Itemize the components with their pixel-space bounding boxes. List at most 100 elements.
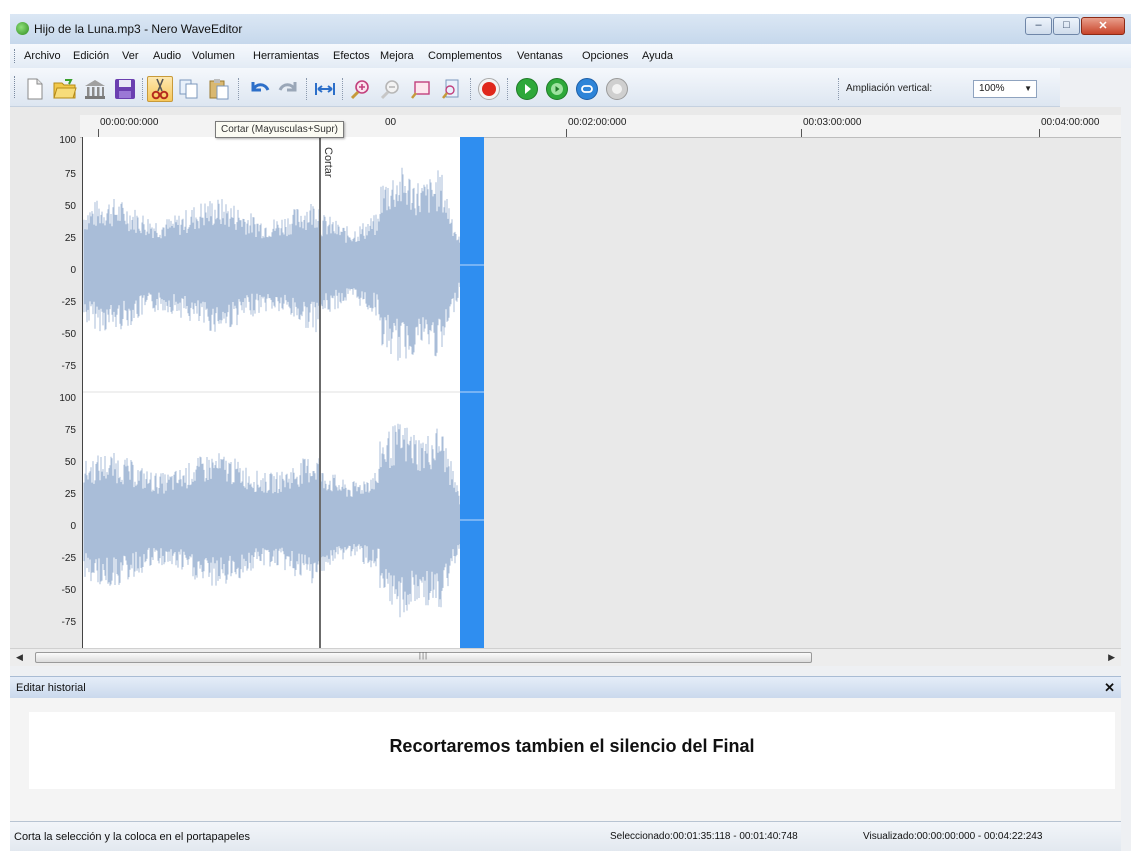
menu-edicion[interactable]: Edición xyxy=(73,50,109,62)
loop-button[interactable] xyxy=(574,76,600,102)
waveform-canvas[interactable]: Cortar xyxy=(82,137,1121,648)
menu-mejora[interactable]: Mejora xyxy=(380,50,414,62)
play-selection-icon xyxy=(546,78,568,100)
amplitude-label: -25 xyxy=(61,297,76,308)
new-file-button[interactable] xyxy=(22,76,48,102)
stop-button[interactable] xyxy=(604,76,630,102)
toolbar-separator xyxy=(342,78,343,100)
toolbar-separator xyxy=(507,78,508,100)
ruler-tick xyxy=(566,129,567,137)
toolbar-grip[interactable] xyxy=(14,76,18,98)
menu-opciones[interactable]: Opciones xyxy=(582,50,628,62)
status-bar: Corta la selección y la coloca en el por… xyxy=(10,821,1121,851)
undo-icon xyxy=(251,82,270,92)
library-button[interactable] xyxy=(82,76,108,102)
redo-icon xyxy=(278,82,297,92)
amplitude-label: 100 xyxy=(59,393,76,404)
cut-marker-label: Cortar xyxy=(322,147,334,178)
zoom-selection-button[interactable] xyxy=(408,76,434,102)
ruler-label: 00:03:00:000 xyxy=(803,117,862,128)
cut-icon xyxy=(151,78,169,100)
minimize-button[interactable]: – xyxy=(1025,17,1052,35)
amplitude-label: 25 xyxy=(64,489,76,500)
waveform-area: 00:00:00:000 00 00:02:00:000 00:03:00:00… xyxy=(10,107,1121,648)
amplitude-label: -50 xyxy=(61,585,76,596)
history-panel: Recortaremos tambien el silencio del Fin… xyxy=(10,698,1121,821)
menu-ver[interactable]: Ver xyxy=(122,50,139,62)
loop-icon xyxy=(576,78,598,100)
open-button[interactable] xyxy=(52,76,78,102)
play-icon xyxy=(516,78,538,100)
cut-button[interactable] xyxy=(147,76,173,102)
ruler-label: 00:00:00:000 xyxy=(100,117,159,128)
zoom-in-button[interactable] xyxy=(348,76,374,102)
library-icon xyxy=(85,80,105,99)
menu-ventanas[interactable]: Ventanas xyxy=(517,50,563,62)
zoom-in-icon xyxy=(350,80,369,100)
minimize-icon: – xyxy=(1035,19,1042,31)
scroll-left-icon[interactable]: ◀ xyxy=(16,652,23,663)
close-window-button[interactable]: ✕ xyxy=(1081,17,1125,35)
scrollbar-thumb[interactable]: ||| xyxy=(35,651,812,663)
menu-bar: Archivo Edición Ver Audio Volumen Herram… xyxy=(10,44,1131,68)
menu-grip[interactable] xyxy=(14,49,18,63)
toolbar-separator xyxy=(142,78,143,100)
menu-volumen[interactable]: Volumen xyxy=(192,50,235,62)
fit-width-icon xyxy=(315,83,335,95)
zoom-out-button[interactable] xyxy=(378,76,404,102)
undo-button[interactable] xyxy=(246,76,272,102)
stop-icon xyxy=(606,78,628,100)
amplitude-label: 50 xyxy=(64,201,76,212)
waveform-channel-2 xyxy=(83,423,467,618)
amplitude-label: 75 xyxy=(64,425,76,436)
waveform-channel-1 xyxy=(83,167,467,361)
redo-button[interactable] xyxy=(276,76,302,102)
close-panel-icon[interactable]: ✕ xyxy=(1104,680,1115,696)
history-list[interactable]: Recortaremos tambien el silencio del Fin… xyxy=(29,712,1115,789)
play-button[interactable] xyxy=(514,76,540,102)
horizontal-scrollbar[interactable]: ◀ ||| ▶ xyxy=(10,648,1121,666)
scroll-right-icon[interactable]: ▶ xyxy=(1108,652,1115,663)
play-selection-button[interactable] xyxy=(544,76,570,102)
close-icon: ✕ xyxy=(1098,20,1108,32)
menu-ayuda[interactable]: Ayuda xyxy=(642,50,673,62)
toolbar-separator xyxy=(838,78,839,100)
copy-button[interactable] xyxy=(176,76,202,102)
history-entry: Recortaremos tambien el silencio del Fin… xyxy=(389,736,755,756)
amplitude-axis: 100 75 50 25 0 -25 -50 -75 100 75 50 25 … xyxy=(40,135,82,648)
toolbar-separator xyxy=(306,78,307,100)
vertical-zoom-label: Ampliación vertical: xyxy=(846,83,933,94)
history-panel-title: Editar historial xyxy=(16,682,86,694)
scroll-grip-icon: ||| xyxy=(418,651,429,660)
ruler-label: 00:04:00:000 xyxy=(1041,117,1100,128)
menu-archivo[interactable]: Archivo xyxy=(24,50,61,62)
toolbar-separator xyxy=(238,78,239,100)
menu-herramientas[interactable]: Herramientas xyxy=(253,50,319,62)
maximize-button[interactable]: □ xyxy=(1053,17,1080,35)
window-title: Hijo de la Luna.mp3 - Nero WaveEditor xyxy=(34,22,243,36)
menu-efectos[interactable]: Efectos xyxy=(333,50,370,62)
app-logo-icon xyxy=(16,22,29,35)
save-button[interactable] xyxy=(112,76,138,102)
amplitude-label: 0 xyxy=(70,265,76,276)
amplitude-label: -75 xyxy=(61,361,76,372)
zoom-selection-icon xyxy=(411,81,430,99)
menu-complementos[interactable]: Complementos xyxy=(428,50,502,62)
amplitude-label: 100 xyxy=(59,135,76,146)
zoom-full-icon xyxy=(442,79,459,99)
toolbar: Ampliación vertical: 100% ▼ xyxy=(10,68,1060,107)
menu-audio[interactable]: Audio xyxy=(153,50,181,62)
amplitude-label: 50 xyxy=(64,457,76,468)
open-folder-icon xyxy=(53,79,77,99)
ruler-tick xyxy=(98,129,99,137)
vertical-zoom-select[interactable]: 100% ▼ xyxy=(973,80,1037,98)
record-button[interactable] xyxy=(476,76,502,102)
zoom-full-button[interactable] xyxy=(438,76,464,102)
waveform-svg: Cortar xyxy=(82,137,484,648)
copy-icon xyxy=(179,79,198,99)
fit-width-button[interactable] xyxy=(312,76,338,102)
ruler-label: 00 xyxy=(385,117,397,128)
record-icon xyxy=(478,78,500,100)
paste-button[interactable] xyxy=(206,76,232,102)
title-bar: Hijo de la Luna.mp3 - Nero WaveEditor – … xyxy=(10,14,1131,44)
